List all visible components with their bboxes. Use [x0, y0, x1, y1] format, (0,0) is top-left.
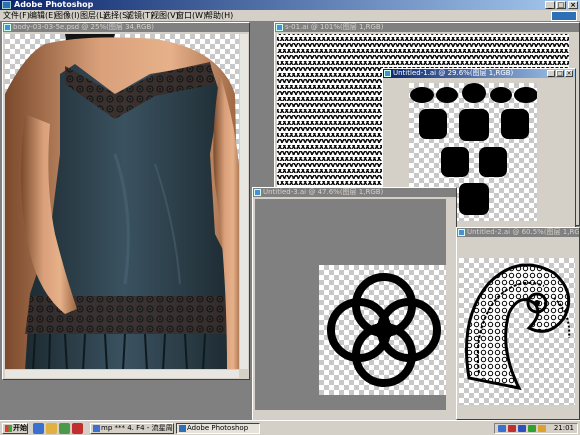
- photoshop-icon: [179, 425, 186, 432]
- document-icon: [276, 24, 283, 31]
- browser-icon: [93, 425, 100, 432]
- app-shortcut-icon[interactable]: [72, 423, 83, 434]
- menu-filter[interactable]: 滤镜(T): [126, 11, 153, 21]
- taskbar-item-photoshop[interactable]: Adobe Photoshop: [176, 423, 260, 434]
- start-label: 开始: [13, 424, 27, 432]
- vertical-scrollbar[interactable]: [240, 34, 248, 369]
- adobe-logo-icon: [551, 11, 577, 21]
- maximize-button[interactable]: □: [556, 1, 566, 9]
- document-title: Untitled-1.ai @ 29.6%(图层 1,RGB): [393, 69, 514, 77]
- document-icon: [458, 229, 465, 236]
- minimize-button[interactable]: _: [545, 1, 555, 9]
- volume-icon[interactable]: [528, 425, 536, 432]
- document-icon: [4, 24, 11, 31]
- dress-illustration: [5, 34, 239, 369]
- document-title: s-01.ai @ 101%(图层 1,RGB): [285, 23, 384, 31]
- task-label: Adobe Photoshop: [187, 424, 249, 432]
- app-title-bar: Adobe Photoshop _ □ ×: [0, 0, 580, 10]
- canvas-body[interactable]: [5, 34, 239, 369]
- ie-icon[interactable]: [33, 423, 44, 434]
- menu-edit[interactable]: 编辑(E): [29, 11, 56, 21]
- document-title-bar[interactable]: Untitled-3.ai @ 47.6%(图层 1,RGB): [253, 188, 456, 197]
- document-window-body[interactable]: body-03-03-5e.psd @ 25%(图层 34,RGB): [2, 22, 250, 380]
- document-icon: [254, 189, 261, 196]
- app-title: Adobe Photoshop: [14, 0, 94, 9]
- photoshop-icon: [2, 1, 11, 9]
- document-title: body-03-03-5e.psd @ 25%(图层 34,RGB): [13, 23, 155, 31]
- canvas-area-untitled-3: [255, 199, 446, 410]
- photoshop-desktop: Adobe Photoshop _ □ × 文件(F) 编辑(E) 图像(I) …: [0, 0, 580, 435]
- windows-taskbar: 开始 mp *** 4. F4 - 流星周 - Adobe Photoshop …: [0, 420, 580, 435]
- menu-view[interactable]: 视图(V): [151, 11, 179, 21]
- start-button[interactable]: 开始: [2, 423, 28, 434]
- close-button[interactable]: ×: [565, 70, 573, 77]
- menu-file[interactable]: 文件(F): [3, 11, 30, 21]
- circle-knot-artwork: [327, 273, 441, 387]
- menu-image[interactable]: 图像(I): [55, 11, 80, 21]
- document-workspace: body-03-03-5e.psd @ 25%(图层 34,RGB) s-01.…: [0, 22, 580, 421]
- document-window-untitled-3[interactable]: Untitled-3.ai @ 47.6%(图层 1,RGB): [252, 187, 457, 421]
- menu-help[interactable]: 帮助(H): [205, 11, 233, 21]
- media-icon[interactable]: [59, 423, 70, 434]
- menu-window[interactable]: 窗口(W): [176, 11, 206, 21]
- document-title: Untitled-2.ai @ 60.5%(图层 1,RGB): [467, 228, 579, 236]
- system-tray: 21:01: [494, 423, 578, 434]
- document-icon: [384, 70, 391, 77]
- menu-bar: 文件(F) 编辑(E) 图像(I) 图层(L) 选择(S) 滤镜(T) 视图(V…: [0, 10, 580, 22]
- network-icon[interactable]: [498, 425, 506, 432]
- antivirus-icon[interactable]: [538, 425, 546, 432]
- canvas-untitled-3[interactable]: [319, 265, 446, 395]
- task-label: mp *** 4. F4 - 流星周 -: [101, 424, 174, 432]
- document-title-bar[interactable]: Untitled-2.ai @ 60.5%(图层 1,RGB): [457, 228, 579, 237]
- document-title-bar[interactable]: Untitled-1.ai @ 29.6%(图层 1,RGB) _ □ ×: [383, 69, 575, 78]
- horizontal-scrollbar[interactable]: [5, 370, 239, 378]
- taskbar-item-browser[interactable]: mp *** 4. F4 - 流星周 -: [90, 423, 174, 434]
- paisley-artwork: [465, 263, 571, 391]
- minimize-button[interactable]: _: [547, 70, 555, 77]
- document-title-bar[interactable]: body-03-03-5e.psd @ 25%(图层 34,RGB): [3, 23, 249, 32]
- maximize-button[interactable]: □: [556, 70, 564, 77]
- folder-icon[interactable]: [46, 423, 57, 434]
- input-method-icon[interactable]: [518, 425, 526, 432]
- document-window-untitled-2[interactable]: Untitled-2.ai @ 60.5%(图层 1,RGB): [456, 227, 580, 420]
- close-button[interactable]: ×: [568, 1, 578, 9]
- clock: 21:01: [553, 424, 574, 432]
- windows-flag-icon: [5, 425, 12, 432]
- document-title: Untitled-3.ai @ 47.6%(图层 1,RGB): [263, 188, 384, 196]
- document-title-bar[interactable]: s-01.ai @ 101%(图层 1,RGB): [275, 23, 579, 32]
- tray-app-icon[interactable]: [508, 425, 516, 432]
- canvas-untitled-2[interactable]: [459, 258, 575, 405]
